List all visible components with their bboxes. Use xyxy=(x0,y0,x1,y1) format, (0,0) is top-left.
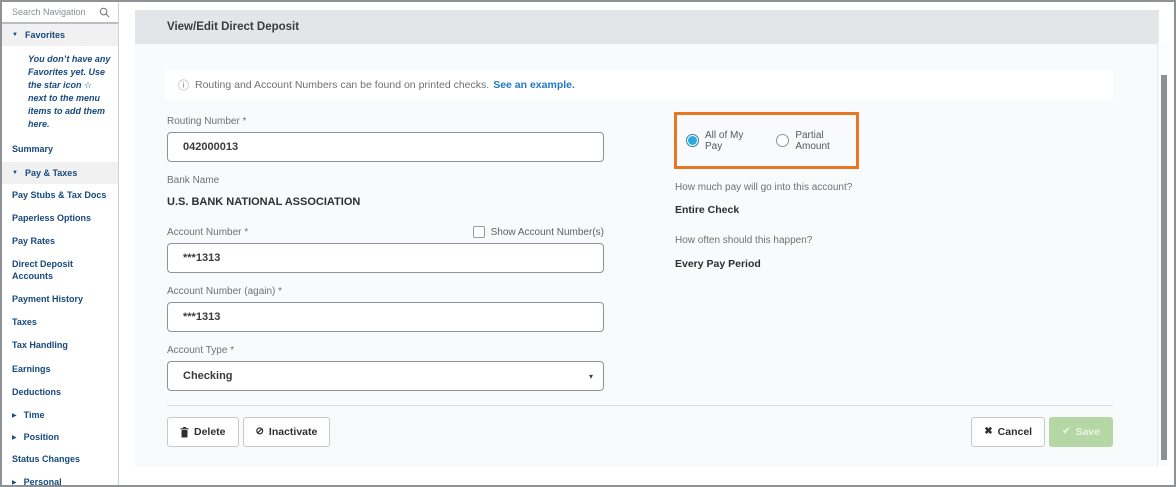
sidebar-item-taxes[interactable]: Taxes xyxy=(2,311,118,334)
vertical-scrollbar-thumb[interactable] xyxy=(1161,75,1167,460)
save-label: Save xyxy=(1075,426,1100,438)
sidebar-section-time[interactable]: ▶ Time xyxy=(2,404,118,427)
bank-name-value: U.S. BANK NATIONAL ASSOCIATION xyxy=(167,196,361,208)
chevron-right-icon: ▶ xyxy=(12,434,17,441)
radio-unselected-icon[interactable] xyxy=(776,134,790,147)
sidebar-item-summary[interactable]: Summary xyxy=(2,138,118,161)
sidebar: ▼ Favorites You don’t have any Favorites… xyxy=(2,2,119,485)
radio-all-of-my-pay[interactable]: All of My Pay xyxy=(686,130,759,152)
info-banner: ⓘ Routing and Account Numbers can be fou… xyxy=(165,70,1113,99)
account-form: Routing Number * Bank Name U.S. BANK NAT… xyxy=(167,116,604,404)
section-label: Position xyxy=(23,432,60,443)
sidebar-item-tax-handling[interactable]: Tax Handling xyxy=(2,334,118,357)
radio-partial-amount[interactable]: Partial Amount xyxy=(776,130,856,152)
trash-icon xyxy=(180,426,189,437)
pay-amount-radio-group-highlight: All of My Pay Partial Amount xyxy=(674,112,859,169)
routing-number-label: Routing Number * xyxy=(167,116,247,127)
delete-label: Delete xyxy=(194,426,226,438)
sidebar-item-payment-history[interactable]: Payment History xyxy=(2,288,118,311)
see-example-link[interactable]: See an example. xyxy=(493,79,575,91)
info-text: Routing and Account Numbers can be found… xyxy=(195,78,490,91)
sidebar-section-pay-taxes[interactable]: ▼ Pay & Taxes xyxy=(2,161,118,184)
sidebar-item-direct-deposit-accounts[interactable]: Direct Deposit Accounts xyxy=(2,253,118,288)
radio-selected-icon[interactable] xyxy=(686,134,699,147)
search-input[interactable] xyxy=(12,7,99,17)
question-frequency: How often should this happen? xyxy=(675,235,813,246)
vertical-scrollbar-track[interactable] xyxy=(1157,42,1170,467)
checkbox-label: Show Account Number(s) xyxy=(490,226,604,238)
sidebar-item-pay-rates[interactable]: Pay Rates xyxy=(2,230,118,253)
account-type-value: Checking xyxy=(183,370,233,382)
sidebar-item-status-changes[interactable]: Status Changes xyxy=(2,448,118,471)
cancel-label: Cancel xyxy=(997,426,1033,438)
sidebar-item-earnings[interactable]: Earnings xyxy=(2,358,118,381)
routing-number-input[interactable] xyxy=(167,132,604,162)
show-account-numbers-checkbox[interactable]: Show Account Number(s) xyxy=(472,226,604,238)
footer-actions: Delete ⊘ Inactivate ✖ Cancel ✔ Save xyxy=(167,417,1113,447)
chevron-right-icon: ▶ xyxy=(12,479,17,486)
sidebar-section-personal[interactable]: ▶ Personal xyxy=(2,471,118,487)
sidebar-item-pay-stubs-tax-docs[interactable]: Pay Stubs & Tax Docs xyxy=(2,184,118,207)
sidebar-item-deductions[interactable]: Deductions xyxy=(2,381,118,404)
chevron-down-icon: ▼ xyxy=(12,169,18,176)
radio-label: All of My Pay xyxy=(705,129,744,152)
save-button[interactable]: ✔ Save xyxy=(1049,417,1113,447)
checkbox-icon[interactable] xyxy=(472,226,485,238)
chevron-right-icon: ▶ xyxy=(12,412,17,419)
account-number-input[interactable] xyxy=(167,243,604,273)
account-type-label: Account Type * xyxy=(167,345,235,356)
section-label: Pay & Taxes xyxy=(24,167,78,178)
chevron-down-icon: ▼ xyxy=(12,32,18,38)
account-number-again-label: Account Number (again) * xyxy=(167,286,283,297)
checkmark-icon: ✔ xyxy=(1062,426,1071,437)
bank-name-label: Bank Name xyxy=(167,175,220,186)
sidebar-section-favorites[interactable]: ▼ Favorites xyxy=(2,24,118,46)
delete-button[interactable]: Delete xyxy=(167,417,239,447)
sidebar-search xyxy=(2,2,118,24)
page-title: View/Edit Direct Deposit xyxy=(135,10,1159,44)
main-panel: View/Edit Direct Deposit ⓘ Routing and A… xyxy=(135,10,1159,467)
inactivate-label: Inactivate xyxy=(268,426,318,438)
cancel-button[interactable]: ✖ Cancel xyxy=(971,417,1046,447)
section-label: Favorites xyxy=(24,30,65,40)
account-type-select[interactable]: Checking ▾ xyxy=(167,361,604,391)
section-label: Time xyxy=(23,410,45,421)
question-pay-amount: How much pay will go into this account? xyxy=(675,182,853,193)
info-icon: ⓘ xyxy=(178,79,189,92)
favorites-empty-note: You don’t have any Favorites yet. Use th… xyxy=(28,54,111,130)
app-window: ▼ Favorites You don’t have any Favorites… xyxy=(0,0,1176,487)
cancel-x-icon: ✖ xyxy=(984,426,993,437)
inactivate-button[interactable]: ⊘ Inactivate xyxy=(242,417,331,447)
answer-frequency: Every Pay Period xyxy=(675,258,761,270)
main-body: ⓘ Routing and Account Numbers can be fou… xyxy=(135,44,1159,467)
footer-divider xyxy=(167,405,1113,406)
inactivate-icon: ⊘ xyxy=(255,426,264,437)
account-number-again-input[interactable] xyxy=(167,302,604,332)
answer-pay-amount: Entire Check xyxy=(675,204,740,216)
sidebar-section-position[interactable]: ▶ Position xyxy=(2,426,118,449)
search-icon[interactable] xyxy=(99,7,110,18)
caret-down-icon: ▾ xyxy=(588,371,593,381)
account-number-label: Account Number * xyxy=(167,226,249,238)
sidebar-item-paperless-options[interactable]: Paperless Options xyxy=(2,207,118,230)
radio-label: Partial Amount xyxy=(795,129,830,152)
section-label: Personal xyxy=(23,477,62,487)
